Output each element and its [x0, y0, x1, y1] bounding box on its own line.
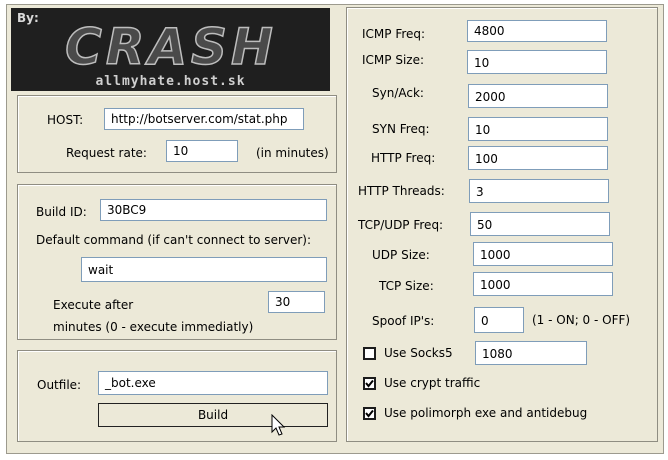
spoof-ip-input[interactable]: 0 [474, 307, 524, 333]
icmp-freq-input[interactable]: 4800 [467, 20, 607, 42]
mouse-cursor-icon [271, 414, 286, 436]
request-rate-input[interactable]: 10 [166, 140, 238, 162]
crash-logo: By: CRASH allmyhate.host.sk [11, 8, 330, 91]
outfile-label: Outfile: [37, 378, 82, 392]
http-threads-label: HTTP Threads: [358, 184, 445, 198]
spoof-ip-hint: (1 - ON; 0 - OFF) [532, 313, 631, 327]
icmp-size-input[interactable]: 10 [467, 50, 607, 74]
icmp-freq-label: ICMP Freq: [362, 27, 426, 41]
http-freq-input[interactable]: 100 [468, 146, 608, 170]
syn-freq-input[interactable]: 10 [468, 117, 608, 141]
syn-freq-label: SYN Freq: [372, 122, 430, 136]
socks5-port-input[interactable]: 1080 [475, 341, 587, 365]
tcp-size-label: TCP Size: [379, 279, 434, 293]
tcp-size-input[interactable]: 1000 [473, 272, 613, 296]
outfile-input[interactable]: _bot.exe [98, 371, 328, 395]
default-command-label: Default command (if can't connect to ser… [36, 233, 312, 247]
http-threads-input[interactable]: 3 [469, 179, 609, 203]
outfile-panel [17, 350, 337, 442]
synack-label: Syn/Ack: [372, 86, 424, 100]
logo-site-text: allmyhate.host.sk [95, 74, 246, 89]
logo-brand-text: CRASH [65, 18, 277, 76]
use-polimorph-checkbox[interactable] [363, 407, 376, 420]
execute-after-input[interactable]: 30 [268, 291, 325, 313]
http-freq-label: HTTP Freq: [371, 151, 436, 165]
build-button[interactable]: Build [98, 403, 328, 427]
execute-after-hint: minutes (0 - execute immediatly) [53, 320, 254, 334]
host-input[interactable]: http://botserver.com/stat.php [104, 108, 304, 130]
use-polimorph-label: Use polimorph exe and antidebug [384, 406, 588, 420]
use-socks5-checkbox[interactable] [363, 347, 376, 360]
default-command-input[interactable]: wait [81, 257, 327, 282]
use-socks5-label: Use Socks5 [384, 346, 453, 360]
tcpudp-freq-input[interactable]: 50 [470, 212, 610, 236]
checkmark-icon [365, 409, 374, 418]
udp-size-label: UDP Size: [372, 248, 430, 262]
build-id-label: Build ID: [36, 205, 87, 219]
spoof-ip-label: Spoof IP's: [372, 314, 435, 328]
tcpudp-freq-label: TCP/UDP Freq: [358, 218, 444, 232]
icmp-size-label: ICMP Size: [362, 53, 424, 67]
use-crypt-traffic-label: Use crypt traffic [384, 376, 481, 390]
build-id-input[interactable]: 30BC9 [100, 199, 327, 221]
host-label: HOST: [47, 113, 84, 127]
checkmark-icon [365, 379, 374, 388]
use-crypt-traffic-checkbox[interactable] [363, 377, 376, 390]
request-rate-unit: (in minutes) [256, 146, 329, 160]
synack-input[interactable]: 2000 [468, 84, 608, 108]
execute-after-label: Execute after [53, 298, 134, 312]
udp-size-input[interactable]: 1000 [473, 242, 613, 266]
request-rate-label: Request rate: [66, 146, 147, 160]
